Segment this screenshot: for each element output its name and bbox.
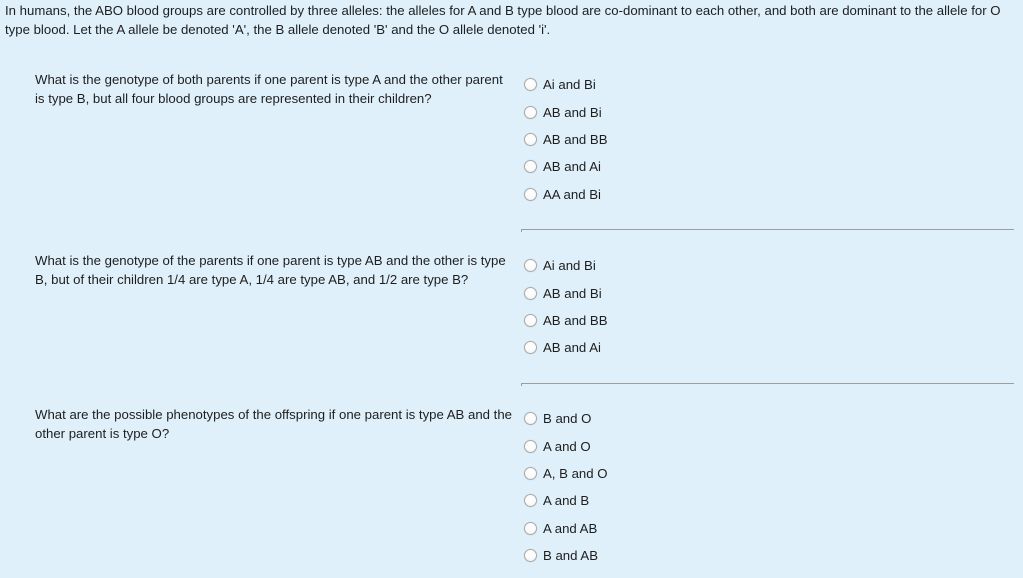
option-radio[interactable]: A, B and O (524, 460, 774, 487)
option-label[interactable]: B and O (543, 411, 591, 426)
radio-button-icon[interactable] (524, 187, 537, 201)
option-label[interactable]: AB and BB (543, 132, 608, 147)
question-text: What is the genotype of both parents if … (35, 72, 503, 106)
option-radio[interactable]: B and O (524, 405, 774, 432)
option-label[interactable]: A and B (543, 493, 589, 508)
option-label[interactable]: AB and Bi (543, 105, 602, 120)
answer-options: Ai and Bi AB and Bi AB and BB AB and Ai … (524, 71, 774, 208)
option-label[interactable]: AB and Ai (543, 159, 601, 174)
radio-button-icon[interactable] (524, 494, 537, 508)
radio-button-icon[interactable] (524, 313, 537, 327)
option-radio[interactable]: Ai and Bi (524, 71, 774, 98)
option-radio[interactable]: AB and Bi (524, 279, 774, 306)
radio-button-icon[interactable] (524, 521, 537, 535)
radio-button-icon[interactable] (524, 549, 537, 563)
question-divider (521, 383, 1014, 386)
option-radio[interactable]: AB and Ai (524, 334, 774, 361)
radio-button-icon[interactable] (524, 132, 537, 146)
option-radio[interactable]: AB and Bi (524, 98, 774, 125)
option-label[interactable]: AB and Bi (543, 286, 602, 301)
radio-button-icon[interactable] (524, 160, 537, 174)
intro-text: In humans, the ABO blood groups are cont… (5, 3, 1001, 37)
option-radio[interactable]: A and B (524, 487, 774, 514)
option-radio[interactable]: A and O (524, 432, 774, 459)
radio-button-icon[interactable] (524, 259, 537, 273)
radio-button-icon[interactable] (524, 466, 537, 480)
question-divider (521, 229, 1014, 232)
option-radio[interactable]: AB and BB (524, 307, 774, 334)
radio-button-icon[interactable] (524, 412, 537, 426)
option-label[interactable]: A, B and O (543, 466, 608, 481)
answer-options: Ai and Bi AB and Bi AB and BB AB and Ai (524, 252, 774, 362)
option-label[interactable]: AB and BB (543, 313, 608, 328)
option-label[interactable]: A and AB (543, 521, 597, 536)
option-label[interactable]: A and O (543, 439, 591, 454)
option-label[interactable]: AA and Bi (543, 187, 601, 202)
radio-button-icon[interactable] (524, 439, 537, 453)
radio-button-icon[interactable] (524, 286, 537, 300)
option-label[interactable]: Ai and Bi (543, 258, 596, 273)
option-label[interactable]: Ai and Bi (543, 77, 596, 92)
radio-button-icon[interactable] (524, 105, 537, 119)
option-label[interactable]: AB and Ai (543, 340, 601, 355)
option-radio[interactable]: A and AB (524, 515, 774, 542)
radio-button-icon[interactable] (524, 341, 537, 355)
answer-options: B and O A and O A, B and O A and B A and… (524, 405, 774, 569)
option-radio[interactable]: AA and Bi (524, 181, 774, 208)
option-radio[interactable]: B and AB (524, 542, 774, 569)
option-radio[interactable]: Ai and Bi (524, 252, 774, 279)
question-text: What is the genotype of the parents if o… (35, 253, 506, 287)
option-label[interactable]: B and AB (543, 548, 598, 563)
option-radio[interactable]: AB and BB (524, 126, 774, 153)
radio-button-icon[interactable] (524, 78, 537, 92)
question-text: What are the possible phenotypes of the … (35, 407, 513, 441)
option-radio[interactable]: AB and Ai (524, 153, 774, 180)
